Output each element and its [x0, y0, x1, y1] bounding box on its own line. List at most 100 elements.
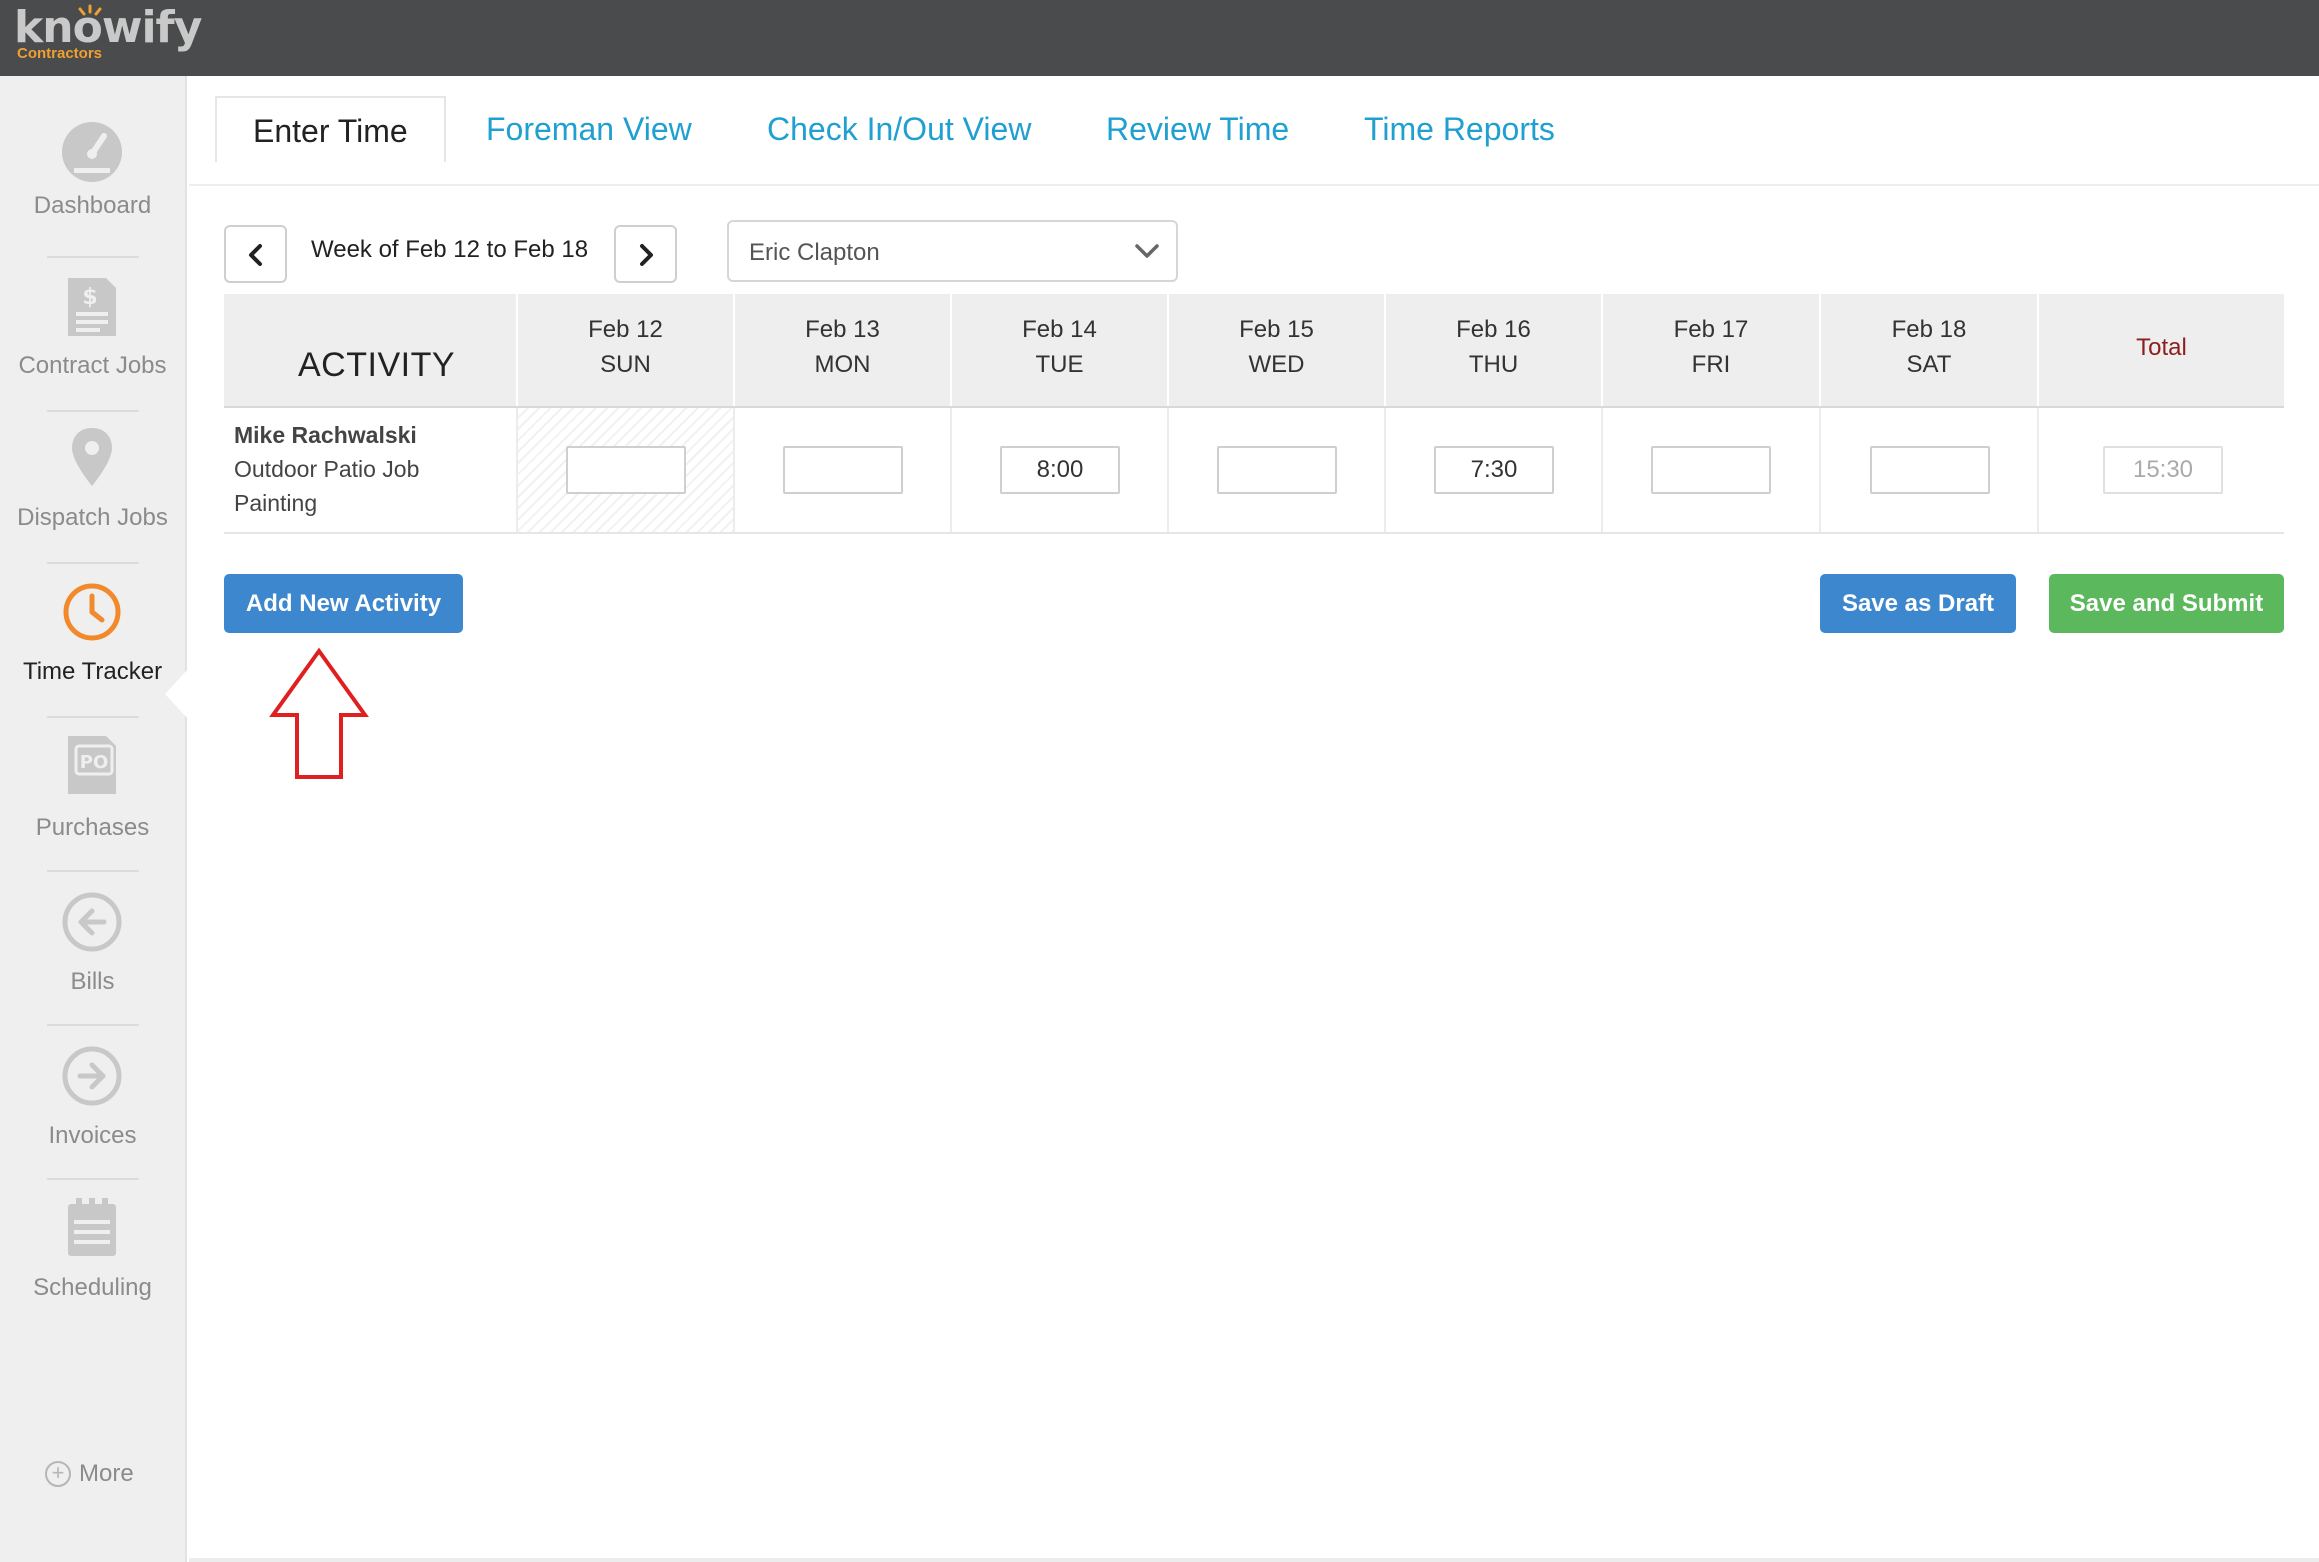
knowify-logo[interactable]: knowify Contractors — [14, 2, 202, 66]
hours-input-sun[interactable] — [566, 446, 686, 494]
hours-input-sat[interactable] — [1870, 446, 1990, 494]
chevron-down-icon — [1135, 244, 1159, 258]
chevron-left-icon — [249, 244, 262, 266]
sidebar-divider — [47, 1178, 139, 1180]
annotation-arrow-up-icon — [269, 647, 369, 779]
task-name: Painting — [234, 490, 318, 516]
sidebar-more-button[interactable]: + More — [45, 1460, 134, 1488]
previous-week-button[interactable] — [224, 225, 287, 283]
activity-header-label: ACTIVITY — [298, 346, 456, 384]
sidebar-item-label: Purchases — [35, 814, 150, 841]
day-of-week: MON — [814, 351, 871, 378]
sidebar-divider — [47, 870, 139, 872]
sidebar-item-label: Dashboard — [33, 192, 152, 219]
sidebar-item-label: Bills — [70, 968, 115, 995]
hours-cell-sat — [1819, 408, 2037, 532]
sidebar-item-invoices[interactable]: Invoices — [0, 1044, 185, 1164]
sidebar-item-label: Invoices — [48, 1122, 137, 1149]
hours-cell-thu — [1384, 408, 1601, 532]
day-of-week: FRI — [1691, 351, 1731, 378]
employee-name: Mike Rachwalski — [234, 422, 417, 448]
sidebar-item-scheduling[interactable]: Scheduling — [0, 1196, 185, 1316]
sidebar-item-dashboard[interactable]: Dashboard — [0, 118, 185, 238]
tab-check-in-out-view[interactable]: Check In/Out View — [767, 96, 1031, 162]
sidebar-divider — [47, 410, 139, 412]
hours-cell-sun — [516, 408, 733, 532]
hours-cell-wed — [1167, 408, 1384, 532]
page-bottom-border — [189, 1558, 2319, 1562]
day-date: Feb 17 — [1673, 316, 1749, 343]
top-bar: knowify Contractors — [0, 0, 2319, 76]
table-row: Mike Rachwalski Outdoor Patio Job Painti… — [224, 408, 2284, 534]
week-range-label: Week of Feb 12 to Feb 18 — [311, 236, 589, 263]
day-date: Feb 18 — [1891, 316, 1967, 343]
sidebar-divider — [47, 1024, 139, 1026]
sidebar-item-time-tracker[interactable]: Time Tracker — [0, 580, 185, 700]
activity-column-header: ACTIVITY — [224, 294, 516, 406]
day-of-week: SUN — [600, 351, 651, 378]
employee-select-value: Eric Clapton — [749, 239, 880, 266]
sidebar-item-contract-jobs[interactable]: $ Contract Jobs — [0, 274, 185, 394]
hours-cell-fri — [1601, 408, 1819, 532]
plus-circle-icon: + — [45, 1461, 71, 1487]
hours-input-wed[interactable] — [1217, 446, 1337, 494]
day-date: Feb 13 — [805, 316, 880, 343]
save-as-draft-button[interactable]: Save as Draft — [1820, 574, 2016, 633]
tab-review-time[interactable]: Review Time — [1106, 96, 1289, 162]
activity-cell[interactable]: Mike Rachwalski Outdoor Patio Job Painti… — [224, 408, 516, 532]
sidebar: Dashboard $ Contract Jobs Dispatch Jobs … — [0, 76, 189, 1562]
contract-document-icon: $ — [68, 278, 116, 336]
sidebar-item-label: Contract Jobs — [18, 352, 167, 379]
hours-input-tue[interactable] — [1000, 446, 1120, 494]
sidebar-item-label: Dispatch Jobs — [17, 504, 168, 531]
sidebar-item-purchases[interactable]: PO Purchases — [0, 732, 185, 852]
chevron-right-icon — [640, 244, 653, 266]
tab-enter-time[interactable]: Enter Time — [215, 96, 446, 162]
arrow-left-circle-icon — [62, 892, 122, 952]
day-column-header: Feb 16 THU — [1384, 294, 1601, 406]
day-column-header: Feb 12 SUN — [516, 294, 733, 406]
next-week-button[interactable] — [614, 225, 677, 283]
job-name: Outdoor Patio Job — [234, 456, 420, 482]
total-header-label: Total — [2136, 334, 2187, 361]
total-column-header: Total — [2037, 294, 2284, 406]
hours-cell-mon — [733, 408, 950, 532]
tab-bar: Enter Time Foreman View Check In/Out Vie… — [189, 76, 2319, 186]
employee-select[interactable]: Eric Clapton — [727, 220, 1178, 282]
sidebar-item-label: Time Tracker — [22, 658, 163, 685]
brand-sub: Contractors — [17, 45, 103, 62]
hours-input-fri[interactable] — [1651, 446, 1771, 494]
hours-input-mon[interactable] — [783, 446, 903, 494]
svg-text:PO: PO — [80, 752, 109, 773]
speedometer-icon — [62, 122, 122, 182]
sidebar-item-bills[interactable]: Bills — [0, 890, 185, 1010]
day-column-header: Feb 15 WED — [1167, 294, 1384, 406]
more-label: More — [79, 1460, 134, 1487]
total-hours-field — [2103, 446, 2223, 494]
sidebar-divider — [47, 256, 139, 258]
hours-input-thu[interactable] — [1434, 446, 1554, 494]
day-column-header: Feb 13 MON — [733, 294, 950, 406]
day-of-week: TUE — [1035, 351, 1084, 378]
sidebar-item-dispatch-jobs[interactable]: Dispatch Jobs — [0, 426, 185, 546]
tab-time-reports[interactable]: Time Reports — [1364, 96, 1555, 162]
hours-cell-tue — [950, 408, 1167, 532]
timesheet-header-row: ACTIVITY Feb 12 SUN Feb 13 MON Feb 14 TU… — [224, 294, 2284, 408]
day-date: Feb 14 — [1022, 316, 1097, 343]
sidebar-divider — [47, 716, 139, 718]
day-date: Feb 15 — [1239, 316, 1314, 343]
total-cell — [2037, 408, 2284, 532]
day-of-week: WED — [1248, 351, 1305, 378]
arrow-right-circle-icon — [62, 1046, 122, 1106]
add-new-activity-button[interactable]: Add New Activity — [224, 574, 463, 633]
active-item-pointer — [165, 668, 189, 720]
day-column-header: Feb 14 TUE — [950, 294, 1167, 406]
save-and-submit-button[interactable]: Save and Submit — [2049, 574, 2284, 633]
day-of-week: SAT — [1906, 351, 1952, 378]
svg-text:$: $ — [82, 285, 97, 310]
sidebar-item-label: Scheduling — [33, 1274, 152, 1301]
calendar-icon — [68, 1198, 116, 1256]
tab-foreman-view[interactable]: Foreman View — [486, 96, 692, 162]
day-column-header: Feb 17 FRI — [1601, 294, 1819, 406]
clock-icon — [63, 583, 121, 641]
